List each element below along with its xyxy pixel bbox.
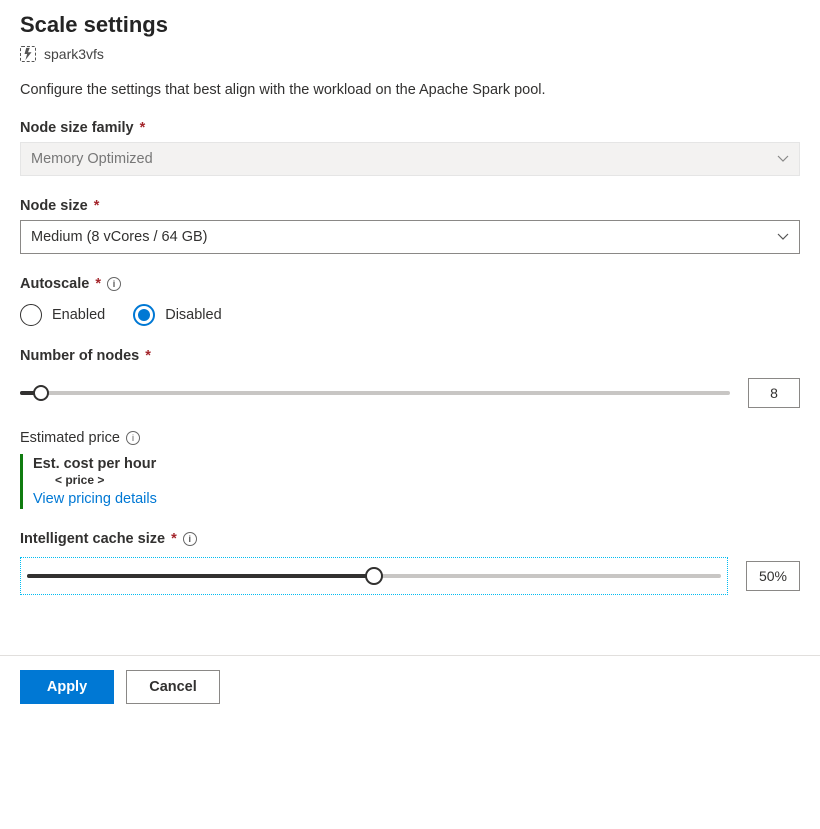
num-nodes-slider[interactable] [20, 383, 730, 403]
resource-row: spark3vfs [20, 46, 800, 62]
node-size-dropdown[interactable]: Medium (8 vCores / 64 GB) [20, 220, 800, 254]
cache-slider[interactable] [27, 566, 721, 586]
estimated-price-label: Estimated price i [20, 430, 800, 446]
num-nodes-label: Number of nodes* [20, 348, 800, 364]
cache-thumb[interactable] [365, 567, 383, 585]
info-icon[interactable]: i [107, 277, 121, 291]
spark-pool-icon [20, 46, 36, 62]
cache-size-label: Intelligent cache size* i [20, 531, 800, 547]
node-size-family-dropdown: Memory Optimized [20, 142, 800, 176]
apply-button[interactable]: Apply [20, 670, 114, 704]
estimated-price-block: Est. cost per hour < price > View pricin… [20, 454, 800, 509]
autoscale-disabled-label: Disabled [165, 307, 221, 323]
autoscale-radio-group: Enabled Disabled [20, 304, 800, 326]
node-size-family-value: Memory Optimized [31, 151, 153, 167]
chevron-down-icon [777, 153, 789, 165]
num-nodes-thumb[interactable] [33, 385, 49, 401]
resource-name: spark3vfs [44, 46, 104, 62]
page-title: Scale settings [20, 12, 800, 38]
cache-value-box[interactable]: 50% [746, 561, 800, 591]
autoscale-enabled-radio[interactable]: Enabled [20, 304, 105, 326]
chevron-down-icon [777, 231, 789, 243]
description-text: Configure the settings that best align w… [20, 82, 800, 98]
est-cost-value: < price > [55, 473, 800, 487]
autoscale-disabled-radio[interactable]: Disabled [133, 304, 221, 326]
footer: Apply Cancel [0, 655, 820, 718]
num-nodes-slider-row: 8 [20, 378, 800, 408]
node-size-family-label: Node size family* [20, 120, 800, 136]
est-cost-title: Est. cost per hour [33, 456, 800, 472]
cancel-button[interactable]: Cancel [126, 670, 220, 704]
autoscale-enabled-label: Enabled [52, 307, 105, 323]
pricing-details-link[interactable]: View pricing details [33, 491, 800, 507]
num-nodes-value-box[interactable]: 8 [748, 378, 800, 408]
node-size-label: Node size* [20, 198, 800, 214]
info-icon[interactable]: i [126, 431, 140, 445]
node-size-value: Medium (8 vCores / 64 GB) [31, 229, 207, 245]
autoscale-label: Autoscale* i [20, 276, 800, 292]
cache-slider-row: 50% [20, 557, 800, 595]
info-icon[interactable]: i [183, 532, 197, 546]
